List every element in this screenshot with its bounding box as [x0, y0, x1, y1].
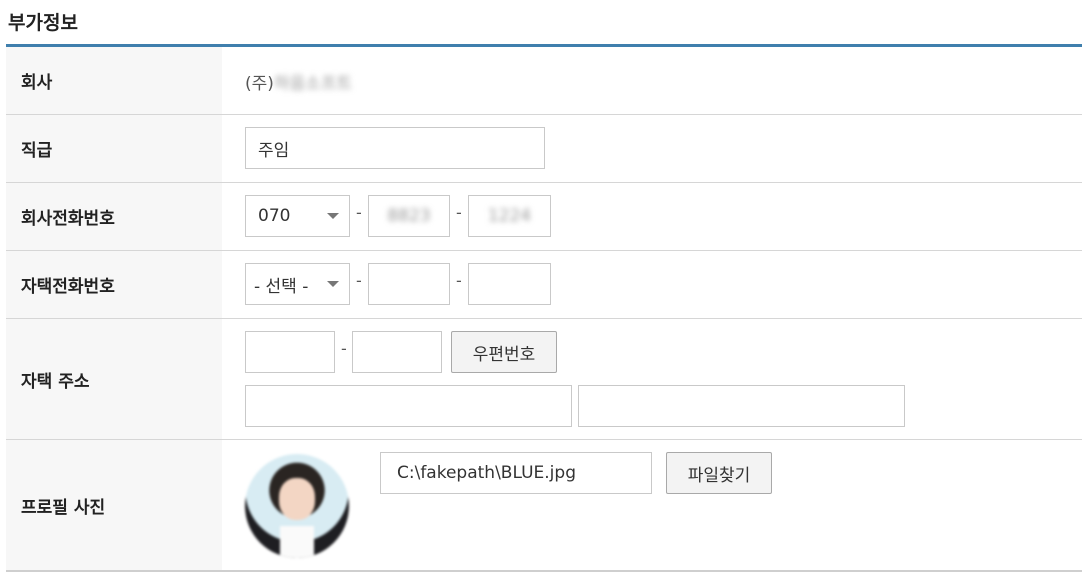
row-home-phone: 자택전화번호 - 선택 - - -	[6, 251, 1082, 319]
company-phone-area-value: 070	[258, 206, 291, 226]
zip-code-part2-input[interactable]	[352, 331, 442, 373]
chevron-down-icon	[327, 213, 339, 219]
company-prefix: (주)	[245, 74, 274, 94]
row-home-address: 자택 주소 - 우편번호	[6, 319, 1082, 440]
section-title: 부가정보	[8, 12, 78, 34]
company-phone-mid-input[interactable]: 8823	[368, 195, 450, 237]
company-label: 회사	[6, 47, 222, 114]
zip-code-search-button[interactable]: 우편번호	[451, 331, 557, 373]
company-phone-area-select[interactable]: 070	[245, 195, 350, 237]
rank-input[interactable]: 주임	[245, 127, 545, 169]
find-file-button[interactable]: 파일찾기	[666, 452, 772, 494]
profile-photo-path-input[interactable]: C:\fakepath\BLUE.jpg	[380, 452, 652, 494]
zip-code-part1-input[interactable]	[245, 331, 335, 373]
phone-separator: -	[356, 271, 362, 290]
company-phone-label: 회사전화번호	[6, 183, 222, 250]
address-line2-input[interactable]	[578, 385, 905, 427]
address-line1-input[interactable]	[245, 385, 572, 427]
phone-separator: -	[456, 203, 462, 222]
home-address-label: 자택 주소	[6, 319, 222, 439]
company-phone-last-input[interactable]: 1224	[468, 195, 551, 237]
row-company-phone: 회사전화번호 070 - 8823 - 1224	[6, 183, 1082, 251]
company-name: 하음소프트	[273, 74, 353, 94]
row-profile-photo: 프로필 사진 C:\fakepath\BLUE.jpg 파일찾기	[6, 440, 1082, 572]
phone-separator: -	[456, 271, 462, 290]
home-phone-last-input[interactable]	[468, 263, 551, 305]
zip-separator: -	[341, 339, 347, 358]
home-phone-mid-input[interactable]	[368, 263, 450, 305]
chevron-down-icon	[327, 281, 339, 287]
phone-separator: -	[356, 203, 362, 222]
row-company: 회사 (주)하음소프트	[6, 47, 1082, 115]
home-phone-label: 자택전화번호	[6, 251, 222, 318]
home-phone-area-value: - 선택 -	[254, 276, 309, 297]
additional-info-form: 회사 (주)하음소프트 직급 주임 회사전화번호 070 - 8823 - 12…	[6, 47, 1082, 572]
profile-photo-label: 프로필 사진	[6, 440, 222, 570]
home-phone-area-select[interactable]: - 선택 -	[245, 263, 350, 305]
rank-label: 직급	[6, 115, 222, 182]
avatar	[245, 454, 349, 558]
company-phone-mid-value: 8823	[387, 206, 431, 226]
row-rank: 직급 주임	[6, 115, 1082, 183]
company-phone-last-value: 1224	[487, 206, 532, 226]
